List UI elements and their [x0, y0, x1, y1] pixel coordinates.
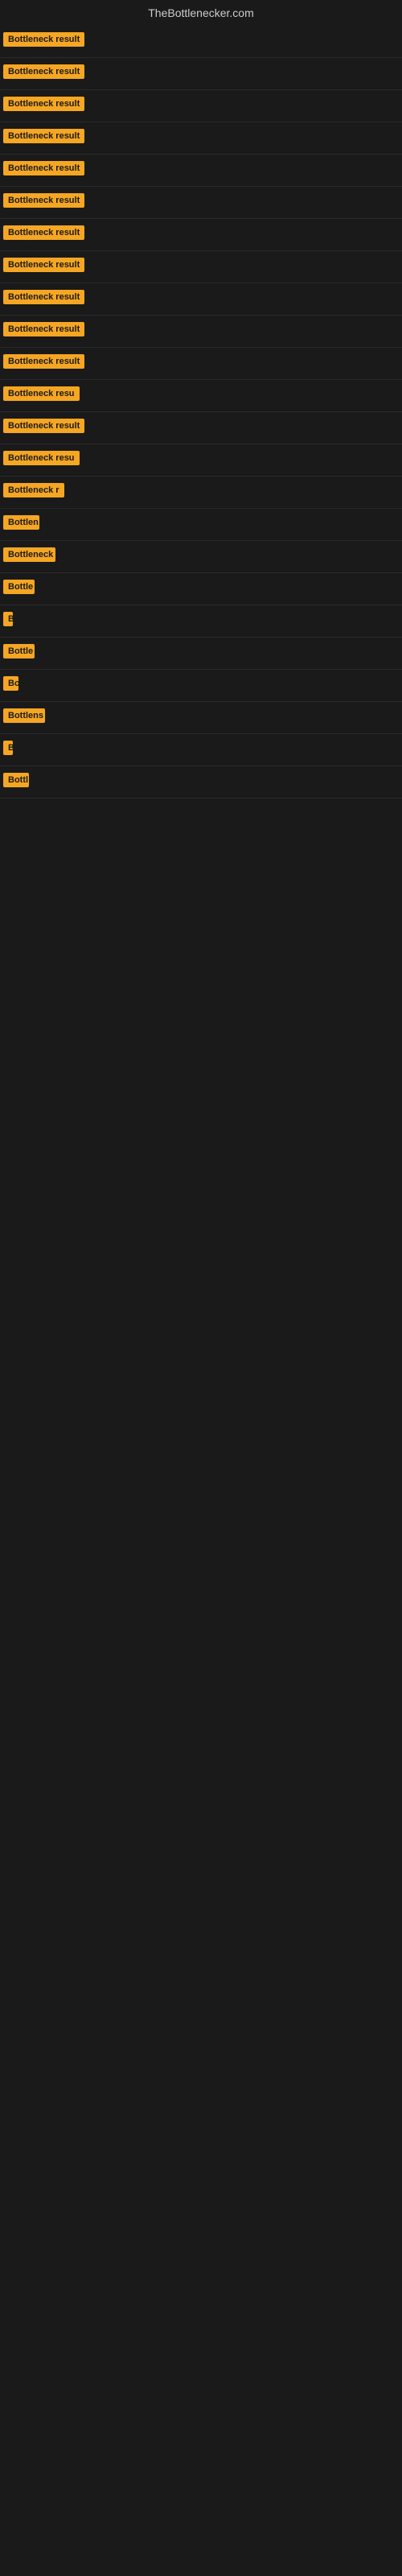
bottleneck-row: Bottlen	[0, 509, 402, 541]
bottleneck-row: B	[0, 734, 402, 766]
bottleneck-row: Bot	[0, 670, 402, 702]
bottleneck-result-badge[interactable]: Bottlens	[3, 708, 45, 723]
bottleneck-row: Bottle	[0, 573, 402, 605]
bottleneck-row: Bottleneck result	[0, 316, 402, 348]
bottleneck-row: Bottleneck result	[0, 90, 402, 122]
bottleneck-result-badge[interactable]: Bottleneck result	[3, 64, 84, 79]
bottleneck-row: Bottleneck resu	[0, 380, 402, 412]
bottleneck-row: Bottleneck resu	[0, 444, 402, 477]
bottleneck-result-badge[interactable]: Bottleneck resu	[3, 386, 80, 401]
bottleneck-row: Bottleneck result	[0, 348, 402, 380]
bottleneck-row: Bottleneck result	[0, 122, 402, 155]
bottleneck-result-badge[interactable]: Bottleneck	[3, 547, 55, 562]
bottleneck-result-badge[interactable]: Bottleneck result	[3, 419, 84, 433]
bottleneck-row: Bottleneck result	[0, 251, 402, 283]
bottleneck-result-badge[interactable]: B	[3, 741, 13, 755]
bottleneck-row: Bottle	[0, 638, 402, 670]
bottleneck-result-badge[interactable]: Bottleneck r	[3, 483, 64, 497]
bottleneck-result-badge[interactable]: Bottleneck result	[3, 193, 84, 208]
bottleneck-row: Bottleneck result	[0, 219, 402, 251]
bottleneck-row: Bottleneck result	[0, 155, 402, 187]
bottleneck-result-badge[interactable]: Bottleneck result	[3, 258, 84, 272]
bottleneck-result-badge[interactable]: Bottleneck result	[3, 322, 84, 336]
bottleneck-row: Bottl	[0, 766, 402, 799]
bottleneck-result-badge[interactable]: Bottleneck result	[3, 32, 84, 47]
bottleneck-result-badge[interactable]: Bottlen	[3, 515, 39, 530]
bottleneck-row: Bottlens	[0, 702, 402, 734]
bottleneck-row: Bottleneck result	[0, 412, 402, 444]
bottleneck-result-badge[interactable]: Bottl	[3, 773, 29, 787]
bottleneck-result-badge[interactable]: Bottle	[3, 580, 35, 594]
bottleneck-row: Bottleneck result	[0, 187, 402, 219]
bottleneck-result-badge[interactable]: Bottleneck result	[3, 129, 84, 143]
bottleneck-row: Bottleneck r	[0, 477, 402, 509]
bottleneck-result-badge[interactable]: B	[3, 612, 13, 626]
bottleneck-result-badge[interactable]: Bottleneck result	[3, 225, 84, 240]
bottleneck-row: Bottleneck result	[0, 58, 402, 90]
bottleneck-row: Bottleneck result	[0, 283, 402, 316]
bottleneck-result-badge[interactable]: Bottleneck result	[3, 161, 84, 175]
bottleneck-row: Bottleneck result	[0, 26, 402, 58]
bottleneck-row: B	[0, 605, 402, 638]
bottleneck-result-badge[interactable]: Bottleneck result	[3, 290, 84, 304]
bottleneck-result-badge[interactable]: Bot	[3, 676, 18, 691]
bottleneck-result-badge[interactable]: Bottleneck resu	[3, 451, 80, 465]
bottleneck-row: Bottleneck	[0, 541, 402, 573]
bottleneck-result-badge[interactable]: Bottle	[3, 644, 35, 658]
bottleneck-result-badge[interactable]: Bottleneck result	[3, 97, 84, 111]
site-title: TheBottlenecker.com	[0, 0, 402, 26]
bottleneck-result-badge[interactable]: Bottleneck result	[3, 354, 84, 369]
